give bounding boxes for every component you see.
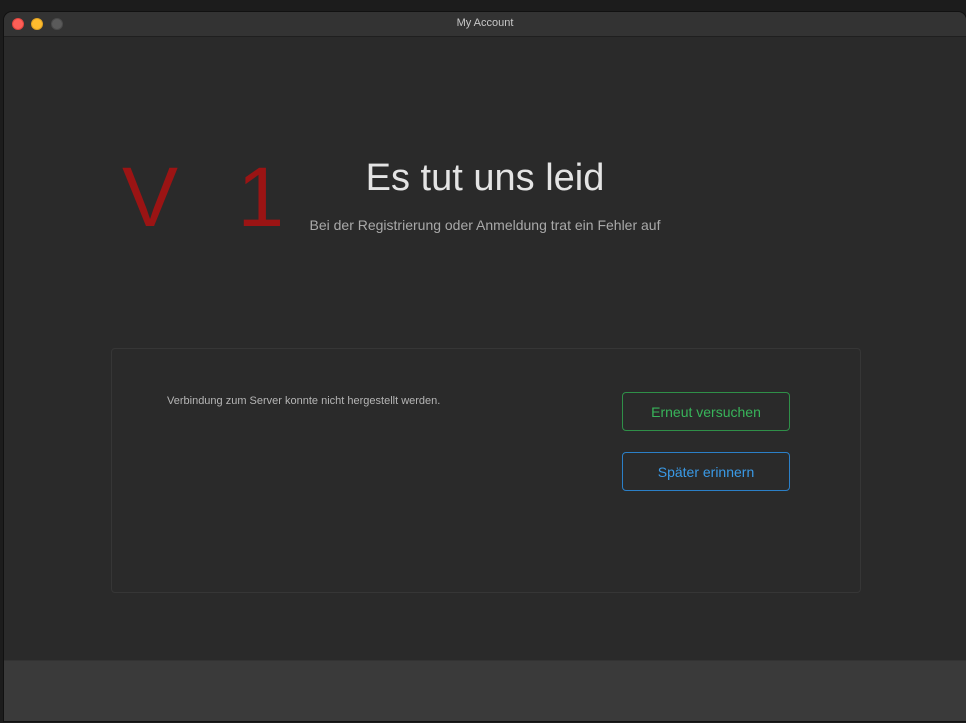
page-title: Es tut uns leid	[365, 157, 605, 199]
app-window: My Account V 1 Es tut uns leid Bei der R…	[4, 12, 966, 721]
remind-later-button[interactable]: Später erinnern	[622, 452, 790, 491]
page-subtitle: Bei der Registrierung oder Anmeldung tra…	[309, 217, 661, 233]
footer-bar	[4, 660, 966, 721]
error-panel: Verbindung zum Server konnte nicht herge…	[111, 348, 861, 593]
title-bar: My Account	[4, 12, 966, 37]
retry-button[interactable]: Erneut versuchen	[622, 392, 790, 431]
main-content: V 1 Es tut uns leid Bei der Registrierun…	[4, 37, 966, 660]
window-title: My Account	[456, 17, 514, 29]
error-message: Verbindung zum Server konnte nicht herge…	[167, 395, 441, 407]
